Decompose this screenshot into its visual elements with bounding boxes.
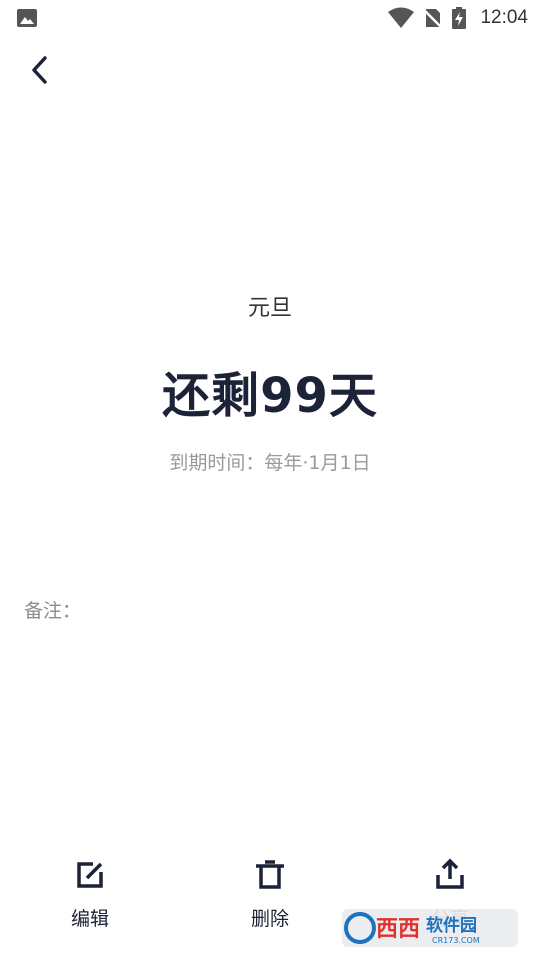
due-value: 每年·1月1日: [264, 452, 371, 474]
battery-charging-icon: [452, 7, 467, 29]
wifi-icon: [388, 7, 415, 28]
delete-button[interactable]: 删除: [225, 858, 315, 931]
due-label: 到期时间：: [169, 452, 265, 474]
delete-label: 删除: [250, 908, 289, 930]
countdown-text: 还剩99天: [162, 368, 378, 424]
trash-icon: [256, 860, 284, 889]
note-label: 备注：: [24, 600, 82, 622]
share-upload-icon: [436, 858, 464, 889]
svg-text:软件园: 软件园: [426, 915, 477, 936]
edit-button[interactable]: 编辑: [45, 858, 135, 931]
edit-label: 编辑: [70, 908, 109, 930]
status-bar: 12:04: [0, 0, 540, 36]
edit-icon: [77, 862, 103, 888]
chevron-left-icon: [32, 56, 47, 84]
image-notification-icon: [17, 9, 37, 27]
watermark-logo: 西西 软件园 CR173.COM: [342, 909, 518, 947]
no-sim-icon: [424, 9, 443, 29]
svg-text:西西: 西西: [376, 917, 420, 942]
svg-text:CR173.COM: CR173.COM: [432, 936, 480, 945]
due-date: 到期时间：每年·1月1日: [0, 448, 540, 475]
back-button[interactable]: [22, 52, 58, 88]
status-time: 12:04: [480, 7, 528, 28]
event-title: 元旦: [247, 296, 292, 321]
